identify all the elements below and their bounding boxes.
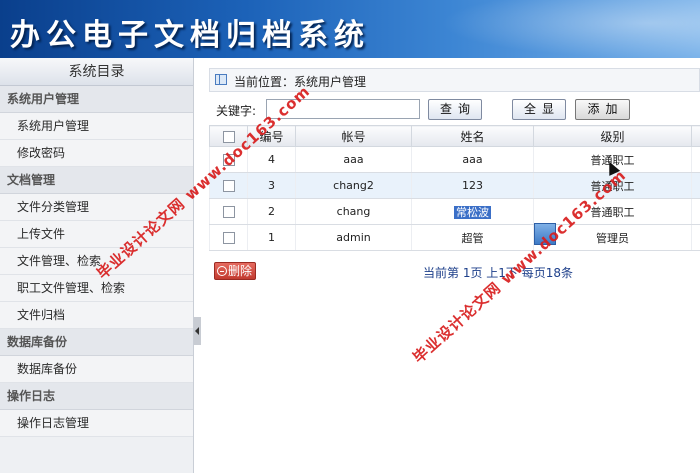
cell-account: admin: [295, 224, 412, 251]
minus-circle-icon: [217, 266, 227, 276]
cell-extra: [691, 224, 700, 251]
cell-name: aaa: [411, 146, 534, 173]
column-header-name[interactable]: 姓名: [411, 125, 534, 147]
user-table: 编号 帐号 姓名 级别 4 aaa aaa 普通职工 3 chang2 123: [209, 125, 700, 251]
sidebar-title: 系统目录: [0, 58, 193, 86]
app-title: 办公电子文档归档系统: [10, 18, 370, 53]
header-banner: 办公电子文档归档系统: [0, 0, 700, 58]
sidebar-collapse-handle[interactable]: [194, 317, 201, 345]
sidebar-item-change-password[interactable]: 修改密码: [0, 140, 193, 167]
banner-decoration: [440, 0, 700, 58]
cell-account: chang: [295, 198, 412, 225]
query-button[interactable]: 查询: [428, 99, 482, 120]
sidebar-group-user[interactable]: 系统用户管理: [0, 86, 193, 113]
cell-extra: [691, 198, 700, 225]
sidebar-item-database-backup[interactable]: 数据库备份: [0, 356, 193, 383]
cell-id: 4: [247, 146, 296, 173]
sidebar-item-file-archive[interactable]: 文件归档: [0, 302, 193, 329]
sidebar-item-staff-file-search[interactable]: 职工文件管理、检索: [0, 275, 193, 302]
cell-account: chang2: [295, 172, 412, 199]
row-select-cell[interactable]: [209, 198, 248, 225]
column-header-account[interactable]: 帐号: [295, 125, 412, 147]
table-row[interactable]: 4 aaa aaa 普通职工: [209, 146, 700, 173]
row-checkbox[interactable]: [222, 180, 235, 192]
column-header-extra: [691, 125, 700, 147]
selected-text: 常松波: [454, 205, 491, 219]
cell-name: 123: [411, 172, 534, 199]
cell-id: 1: [247, 224, 296, 251]
delete-button[interactable]: 删除: [214, 262, 257, 280]
cell-id: 3: [247, 172, 296, 199]
breadcrumb: 当前位置：系统用户管理: [209, 68, 700, 92]
row-checkbox[interactable]: [222, 232, 235, 244]
sidebar-group-documents[interactable]: 文档管理: [0, 167, 193, 194]
cell-name: 常松波: [411, 198, 534, 225]
sidebar-item-user-management[interactable]: 系统用户管理: [0, 113, 193, 140]
cell-extra: [691, 146, 700, 173]
cell-account: aaa: [295, 146, 412, 173]
row-checkbox[interactable]: [222, 206, 235, 218]
delete-label: 删除: [228, 264, 253, 278]
sidebar-item-operation-log[interactable]: 操作日志管理: [0, 410, 193, 437]
cell-id: 2: [247, 198, 296, 225]
search-label: 关键字:: [216, 104, 257, 118]
window-icon: [215, 74, 227, 85]
table-footer: 删除 当前第 1页 上1下 每页18条: [213, 262, 700, 282]
table-row[interactable]: 2 chang 常松波 普通职工: [209, 198, 700, 225]
column-header-level[interactable]: 级别: [533, 125, 692, 147]
show-all-button[interactable]: 全显: [512, 99, 566, 120]
sidebar-group-backup[interactable]: 数据库备份: [0, 329, 193, 356]
table-header-row: 编号 帐号 姓名 级别: [209, 125, 700, 147]
add-button[interactable]: 添加: [575, 99, 630, 120]
cell-extra: [691, 172, 700, 199]
cell-name: 超管: [411, 224, 534, 251]
row-select-cell[interactable]: [209, 224, 248, 251]
table-row[interactable]: 1 admin 超管 管理员: [209, 224, 700, 251]
sidebar-group-log[interactable]: 操作日志: [0, 383, 193, 410]
